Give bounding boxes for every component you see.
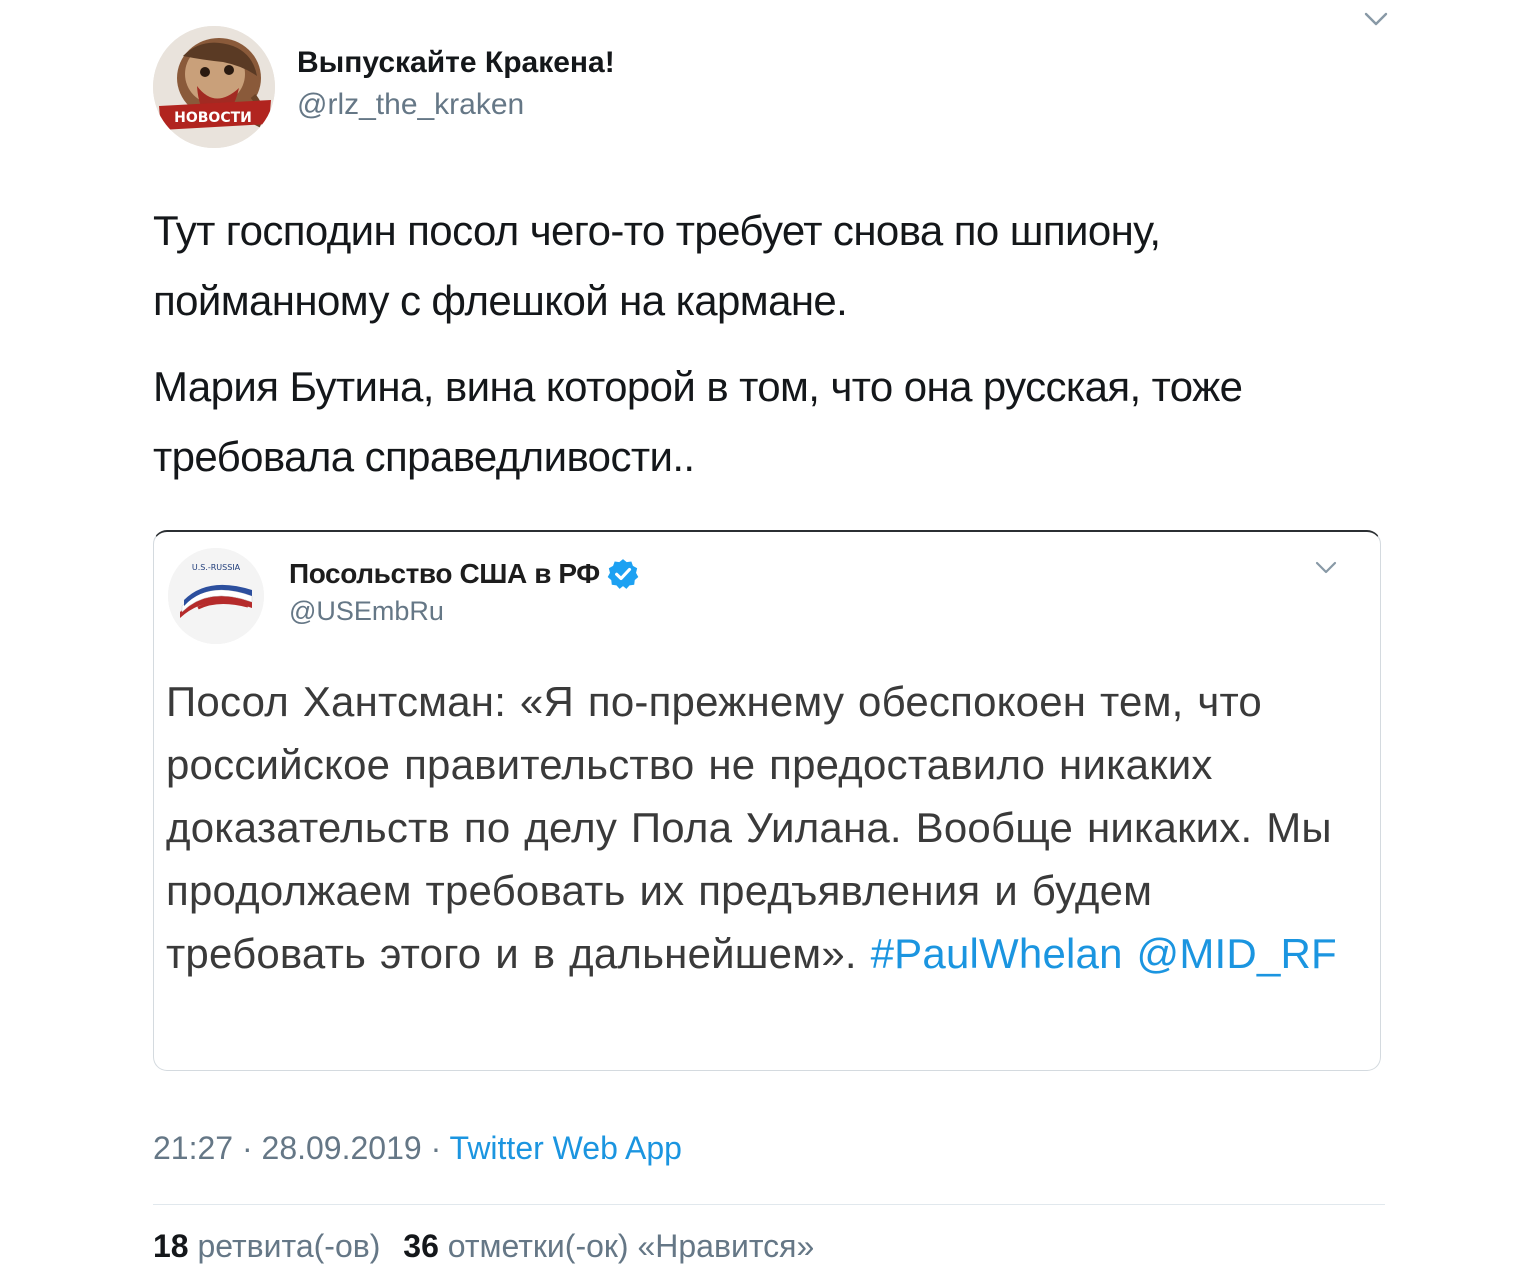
verified-badge-icon: [607, 559, 639, 589]
tweet: НОВОСТИ Выпускайте Кракена! @rlz_the_kra…: [153, 0, 1388, 1282]
mention-link[interactable]: @MID_RF: [1137, 930, 1337, 977]
retweets-stat[interactable]: 18 ретвита(-ов): [153, 1228, 380, 1264]
tweet-meta: 21:27 · 28.09.2019 · Twitter Web App: [153, 1130, 682, 1167]
quoted-tweet-text: Посол Хантсман: «Я по-прежнему обеспокое…: [166, 670, 1366, 985]
likes-count: 36: [403, 1228, 439, 1264]
chevron-down-icon[interactable]: [1363, 10, 1389, 28]
kraken-avatar-image: НОВОСТИ: [153, 26, 275, 148]
author-name[interactable]: Выпускайте Кракена!: [297, 46, 615, 80]
tweet-time[interactable]: 21:27: [153, 1130, 233, 1166]
likes-label: отметки(-ок) «Нравится»: [447, 1228, 815, 1264]
quoted-author-avatar[interactable]: U.S.-RUSSIA: [168, 548, 264, 644]
hashtag-link[interactable]: #PaulWhelan: [871, 930, 1123, 977]
tweet-stats: 18 ретвита(-ов) 36 отметки(-ок) «Нравитс…: [153, 1228, 828, 1265]
meta-separator: ·: [233, 1130, 262, 1166]
divider: [153, 1204, 1385, 1205]
quoted-tweet-card[interactable]: U.S.-RUSSIA Посольство США в РФ @USEmbRu…: [153, 530, 1381, 1071]
meta-separator: ·: [421, 1130, 450, 1166]
author-avatar[interactable]: НОВОСТИ: [153, 26, 275, 148]
likes-stat[interactable]: 36 отметки(-ок) «Нравится»: [403, 1228, 814, 1264]
quoted-name-row: Посольство США в РФ: [289, 554, 640, 594]
tweet-text: Тут господин посол чего-то требует снова…: [153, 196, 1373, 508]
quoted-avatar-label: U.S.-RUSSIA: [192, 563, 241, 572]
chevron-down-icon[interactable]: [1314, 560, 1338, 576]
tweet-paragraph-1: Тут господин посол чего-то требует снова…: [153, 207, 1161, 324]
quoted-author-handle[interactable]: @USEmbRu: [289, 596, 444, 627]
retweets-label: ретвита(-ов): [197, 1228, 381, 1264]
avatar-label: НОВОСТИ: [174, 110, 252, 126]
author-handle[interactable]: @rlz_the_kraken: [297, 88, 524, 122]
quoted-author-name[interactable]: Посольство США в РФ: [289, 558, 600, 590]
tweet-paragraph-2: Мария Бутина, вина которой в том, что он…: [153, 363, 1243, 480]
tweet-source-link[interactable]: Twitter Web App: [450, 1130, 682, 1166]
tweet-date[interactable]: 28.09.2019: [262, 1130, 422, 1166]
retweets-count: 18: [153, 1228, 189, 1264]
embassy-avatar-image: U.S.-RUSSIA: [168, 548, 264, 644]
